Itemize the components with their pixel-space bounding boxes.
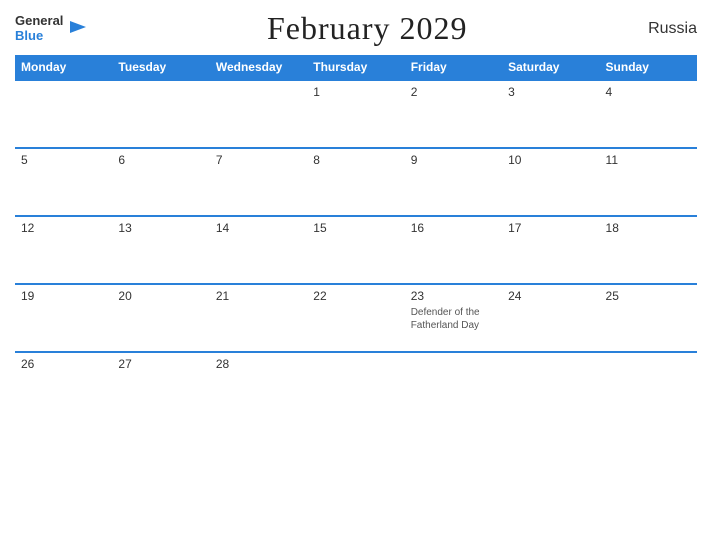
calendar-cell: 14	[210, 216, 307, 284]
calendar-cell	[15, 80, 112, 148]
calendar-cell: 22	[307, 284, 404, 352]
day-number: 28	[216, 357, 301, 371]
calendar-table: MondayTuesdayWednesdayThursdayFridaySatu…	[15, 55, 697, 420]
day-number: 14	[216, 221, 301, 235]
calendar-cell: 7	[210, 148, 307, 216]
calendar-cell: 28	[210, 352, 307, 420]
day-number: 16	[411, 221, 496, 235]
calendar-cell: 9	[405, 148, 502, 216]
day-number: 1	[313, 85, 398, 99]
day-number: 10	[508, 153, 593, 167]
calendar-cell	[405, 352, 502, 420]
weekday-header-wednesday: Wednesday	[210, 55, 307, 80]
calendar-cell: 20	[112, 284, 209, 352]
logo: General Blue	[15, 14, 86, 43]
calendar-cell: 19	[15, 284, 112, 352]
logo-general-text: General	[15, 14, 63, 28]
calendar-cell: 16	[405, 216, 502, 284]
calendar-cell	[210, 80, 307, 148]
calendar-cell: 1	[307, 80, 404, 148]
weekday-header-friday: Friday	[405, 55, 502, 80]
weekday-header-tuesday: Tuesday	[112, 55, 209, 80]
calendar-cell: 12	[15, 216, 112, 284]
day-number: 27	[118, 357, 203, 371]
page: General Blue February 2029 Russia Monday…	[0, 0, 712, 550]
weekday-header-thursday: Thursday	[307, 55, 404, 80]
day-number: 9	[411, 153, 496, 167]
day-number: 24	[508, 289, 593, 303]
calendar-week-row: 19 20 21 22 23 Defender of the Fatherland Day…	[15, 284, 697, 352]
holiday-label: Defender of the Fatherland Day	[411, 306, 496, 332]
calendar-cell: 17	[502, 216, 599, 284]
weekday-header-sunday: Sunday	[600, 55, 697, 80]
day-number: 17	[508, 221, 593, 235]
calendar-cell: 6	[112, 148, 209, 216]
calendar-week-row: 56789 10 11	[15, 148, 697, 216]
day-number: 23	[411, 289, 496, 303]
calendar-cell: 13	[112, 216, 209, 284]
day-number: 5	[21, 153, 106, 167]
weekday-header-saturday: Saturday	[502, 55, 599, 80]
calendar-week-row: 26 27 28	[15, 352, 697, 420]
page-title: February 2029	[267, 10, 468, 47]
day-number: 22	[313, 289, 398, 303]
calendar-cell: 21	[210, 284, 307, 352]
day-number: 6	[118, 153, 203, 167]
day-number: 15	[313, 221, 398, 235]
day-number: 26	[21, 357, 106, 371]
day-number: 8	[313, 153, 398, 167]
day-number: 2	[411, 85, 496, 99]
calendar-cell: 26	[15, 352, 112, 420]
calendar-cell: 3	[502, 80, 599, 148]
calendar-cell: 18	[600, 216, 697, 284]
calendar-cell	[112, 80, 209, 148]
calendar-week-row: 1234	[15, 80, 697, 148]
header: General Blue February 2029 Russia	[15, 10, 697, 47]
weekday-header-row: MondayTuesdayWednesdayThursdayFridaySatu…	[15, 55, 697, 80]
calendar-cell	[600, 352, 697, 420]
country-label: Russia	[648, 20, 697, 38]
logo-blue-text: Blue	[15, 29, 63, 43]
day-number: 3	[508, 85, 593, 99]
calendar-cell: 11	[600, 148, 697, 216]
calendar-cell: 2	[405, 80, 502, 148]
calendar-cell	[502, 352, 599, 420]
calendar-cell: 24	[502, 284, 599, 352]
day-number: 20	[118, 289, 203, 303]
calendar-cell: 15	[307, 216, 404, 284]
day-number: 12	[21, 221, 106, 235]
calendar-cell: 23 Defender of the Fatherland Day	[405, 284, 502, 352]
day-number: 25	[606, 289, 691, 303]
day-number: 19	[21, 289, 106, 303]
day-number: 7	[216, 153, 301, 167]
calendar-cell: 4	[600, 80, 697, 148]
weekday-header-monday: Monday	[15, 55, 112, 80]
calendar-cell: 27	[112, 352, 209, 420]
logo-flag-icon	[66, 19, 86, 39]
calendar-week-row: 12 13 14 15 16 17 18	[15, 216, 697, 284]
day-number: 11	[606, 153, 691, 167]
calendar-cell: 8	[307, 148, 404, 216]
day-number: 13	[118, 221, 203, 235]
day-number: 21	[216, 289, 301, 303]
calendar-cell	[307, 352, 404, 420]
calendar-cell: 5	[15, 148, 112, 216]
day-number: 4	[606, 85, 691, 99]
calendar-cell: 25	[600, 284, 697, 352]
calendar-cell: 10	[502, 148, 599, 216]
day-number: 18	[606, 221, 691, 235]
